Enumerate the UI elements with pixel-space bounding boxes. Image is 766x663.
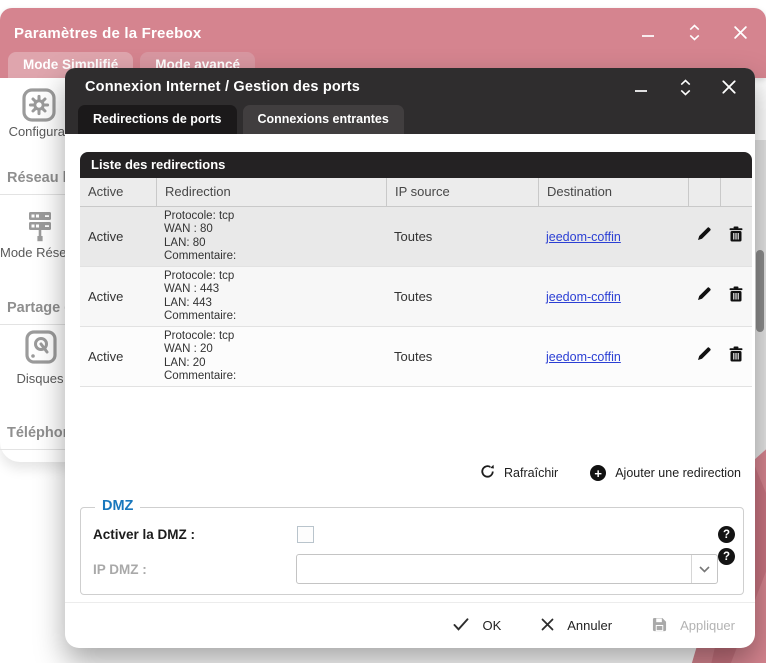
maximize-icon[interactable] — [675, 77, 695, 97]
destination-link[interactable]: jeedom-coffin — [546, 350, 621, 364]
background-scrollbar-thumb[interactable] — [756, 250, 764, 332]
dmz-enable-label: Activer la DMZ : — [93, 527, 196, 542]
ports-dialog-tabs: Redirections de ports Connexions entrant… — [78, 105, 404, 134]
pencil-icon — [696, 226, 712, 247]
trash-icon — [729, 346, 743, 367]
ports-dialog-controls — [631, 77, 739, 97]
column-header-edit — [688, 178, 720, 206]
table-actions: Rafraîchir + Ajouter une redirection — [480, 464, 741, 482]
refresh-label: Rafraîchir — [504, 466, 559, 480]
add-redirection-button[interactable]: + Ajouter une redirection — [590, 465, 741, 481]
pencil-icon — [696, 346, 712, 367]
row-active-status: Active — [88, 229, 124, 244]
help-icon[interactable]: ? — [718, 526, 735, 543]
trash-icon — [729, 226, 743, 247]
edit-button[interactable] — [688, 207, 720, 266]
edit-button[interactable] — [688, 327, 720, 386]
refresh-button[interactable]: Rafraîchir — [480, 464, 558, 482]
row-ip-source: Toutes — [394, 229, 433, 244]
divider — [0, 324, 70, 325]
delete-button[interactable] — [720, 267, 752, 326]
tab-connexions-entrantes[interactable]: Connexions entrantes — [242, 105, 404, 134]
dmz-legend: DMZ — [95, 498, 141, 514]
close-icon[interactable] — [719, 77, 739, 97]
pencil-icon — [696, 286, 712, 307]
row-ip-source: Toutes — [394, 349, 433, 364]
dmz-ip-row: IP DMZ : ? — [93, 548, 735, 584]
divider — [0, 449, 70, 450]
ports-dialog-title: Connexion Internet / Gestion des ports — [85, 79, 361, 95]
table-title: Liste des redirections — [80, 152, 752, 178]
column-header-redirection: Redirection — [156, 178, 386, 206]
gear-icon — [22, 88, 56, 125]
ports-dialog-titlebar: Connexion Internet / Gestion des ports R… — [65, 68, 755, 134]
column-header-destination: Destination — [538, 178, 688, 206]
plus-icon: + — [590, 465, 607, 481]
row-ip-source: Toutes — [394, 289, 433, 304]
disk-icon — [25, 330, 57, 367]
network-icon — [22, 212, 58, 246]
edit-button[interactable] — [688, 267, 720, 326]
apply-button[interactable]: Appliquer — [652, 617, 735, 635]
dmz-ip-label: IP DMZ : — [93, 561, 147, 577]
freebox-window-controls — [638, 22, 750, 42]
delete-button[interactable] — [720, 207, 752, 266]
dmz-fieldset: DMZ Activer la DMZ : ? IP DMZ : ? — [80, 498, 744, 595]
dmz-ip-select[interactable] — [296, 554, 719, 584]
apply-label: Appliquer — [680, 618, 735, 633]
sidebar-section-partage: Partage d — [7, 300, 74, 316]
ports-dialog: Connexion Internet / Gestion des ports R… — [65, 68, 755, 648]
dialog-footer: OK Annuler Appliquer — [65, 602, 755, 648]
row-active-status: Active — [88, 289, 124, 304]
delete-button[interactable] — [720, 327, 752, 386]
x-icon — [541, 618, 554, 634]
minimize-icon[interactable] — [638, 22, 658, 42]
freebox-window-title: Paramètres de la Freebox — [14, 25, 202, 42]
cancel-label: Annuler — [567, 618, 613, 633]
table-row: Active Protocole: tcp WAN : 80 LAN: 80 C… — [80, 207, 752, 267]
column-header-active: Active — [88, 184, 124, 199]
dmz-enable-row: Activer la DMZ : ? — [93, 526, 735, 543]
chevron-down-icon — [691, 555, 717, 583]
column-header-delete — [720, 178, 752, 206]
sidebar-item-mode-reseau[interactable] — [22, 211, 58, 246]
table-row: Active Protocole: tcp WAN : 20 LAN: 20 C… — [80, 327, 752, 387]
refresh-icon — [480, 464, 495, 482]
screen: Paramètres de la Freebox Mode Simplifié … — [0, 0, 766, 663]
redirections-table: Liste des redirections Active Redirectio… — [80, 152, 752, 387]
minimize-icon[interactable] — [631, 77, 651, 97]
cancel-button[interactable]: Annuler — [541, 618, 612, 634]
add-redirection-label: Ajouter une redirection — [615, 466, 741, 480]
tab-redirections-de-ports[interactable]: Redirections de ports — [78, 105, 237, 134]
ok-button[interactable]: OK — [453, 617, 502, 634]
row-redirection-details: Protocole: tcp WAN : 20 LAN: 20 Commenta… — [164, 329, 237, 383]
sidebar-item-disques[interactable] — [25, 330, 57, 367]
sidebar-item-configuration[interactable] — [22, 88, 56, 125]
divider — [0, 194, 70, 195]
column-header-ip-source: IP source — [386, 178, 538, 206]
dmz-enable-checkbox[interactable] — [297, 526, 314, 543]
row-redirection-details: Protocole: tcp WAN : 80 LAN: 80 Commenta… — [164, 209, 237, 263]
trash-icon — [729, 286, 743, 307]
destination-link[interactable]: jeedom-coffin — [546, 290, 621, 304]
save-icon — [652, 617, 667, 635]
row-active-status: Active — [88, 349, 124, 364]
table-row: Active Protocole: tcp WAN : 443 LAN: 443… — [80, 267, 752, 327]
check-icon — [453, 617, 469, 634]
ok-label: OK — [482, 618, 502, 633]
destination-link[interactable]: jeedom-coffin — [546, 230, 621, 244]
ports-dialog-body: Liste des redirections Active Redirectio… — [65, 134, 755, 648]
maximize-icon[interactable] — [684, 22, 704, 42]
help-icon[interactable]: ? — [718, 548, 735, 565]
close-icon[interactable] — [730, 22, 750, 42]
table-header-row: Active Redirection IP source Destination — [80, 178, 752, 207]
row-redirection-details: Protocole: tcp WAN : 443 LAN: 443 Commen… — [164, 269, 237, 323]
